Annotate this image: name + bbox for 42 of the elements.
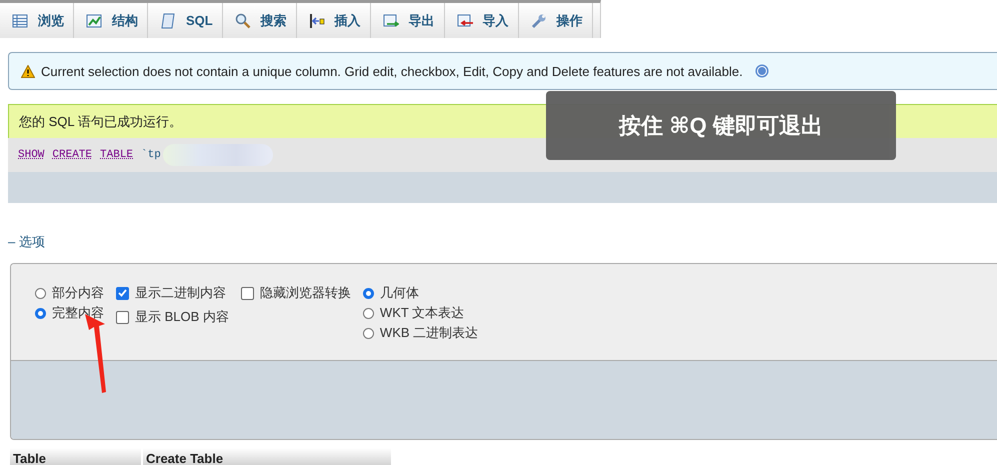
tab[interactable]: 导入 <box>444 3 519 38</box>
radio-button[interactable] <box>35 308 46 318</box>
warning-icon <box>21 64 35 78</box>
checkbox-label: 显示 BLOB 内容 <box>135 308 229 326</box>
tab[interactable]: 插入 <box>296 3 371 38</box>
tab[interactable]: 浏览 <box>0 3 74 38</box>
tab[interactable]: SQL <box>148 3 223 38</box>
checkbox[interactable] <box>240 286 254 300</box>
tab[interactable]: 导出 <box>370 3 445 38</box>
tab[interactable]: 操作 <box>518 3 593 38</box>
export-icon <box>382 12 399 28</box>
checkbox-label: 显示二进制内容 <box>135 284 226 302</box>
column-header[interactable]: Create Table <box>143 448 393 465</box>
sql-keyword[interactable]: SHOW <box>18 149 44 161</box>
radio-button[interactable] <box>362 288 374 298</box>
options-toggle[interactable]: – 选项 <box>8 233 45 251</box>
sql-keyword[interactable]: CREATE <box>52 149 92 161</box>
table-icon <box>12 12 28 28</box>
radio-label: 几何体 <box>380 284 419 302</box>
wrench-icon <box>530 12 547 28</box>
checkbox[interactable] <box>116 286 129 300</box>
column-header[interactable]: Table <box>10 448 143 465</box>
tab[interactable]: 结构 <box>74 3 148 38</box>
radio-label: WKT 文本表达 <box>380 304 464 322</box>
radio-button[interactable] <box>35 288 46 298</box>
radio-label: WKB 二进制表达 <box>380 324 478 342</box>
radio-label: 部分内容 <box>52 284 104 302</box>
tab[interactable]: 搜索 <box>222 3 297 38</box>
toast-message: 按住 ⌘Q 键即可退出 <box>546 91 896 160</box>
import-icon <box>456 12 473 28</box>
structure-icon <box>86 12 102 28</box>
checkbox[interactable] <box>116 310 129 324</box>
insert-icon <box>308 12 325 28</box>
help-icon[interactable] <box>754 64 769 78</box>
notice-text: Current selection does not contain a unique column. Grid edit, checkbox, Edit, Copy and Delete features are not available. <box>41 64 743 78</box>
table-name: `tp <box>141 149 161 161</box>
checkbox-label: 隐藏浏览器转换 <box>260 284 351 302</box>
sql-keyword[interactable]: TABLE <box>100 149 134 161</box>
search-icon <box>234 12 251 28</box>
radio-button[interactable] <box>362 328 374 338</box>
scroll-icon <box>160 12 176 28</box>
radio-button[interactable] <box>362 308 374 318</box>
